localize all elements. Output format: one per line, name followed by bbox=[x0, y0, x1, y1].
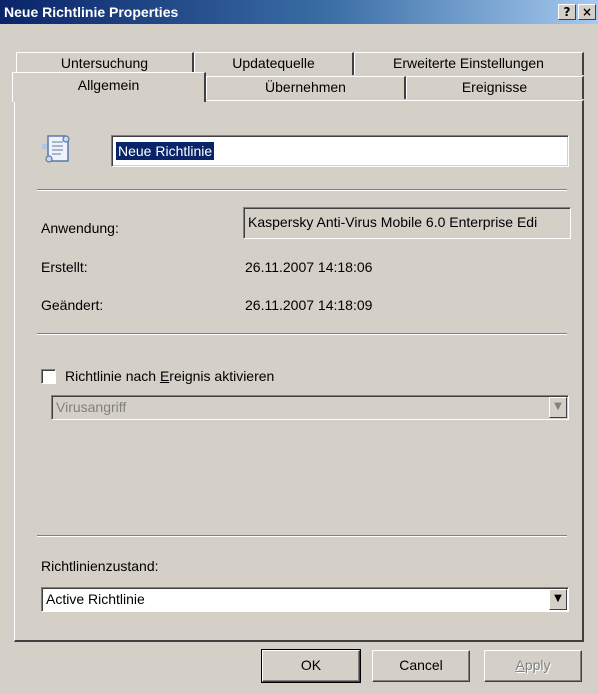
policy-name-input[interactable]: Neue Richtlinie bbox=[111, 135, 569, 167]
policy-state-select[interactable]: Active Richtlinie ▼ bbox=[41, 587, 569, 612]
tab-panel-allgemein: Neue Richtlinie Anwendung: Kaspersky Ant… bbox=[14, 100, 584, 642]
policy-state-select-value: Active Richtlinie bbox=[46, 591, 145, 607]
separator bbox=[37, 535, 567, 537]
help-button[interactable]: ? bbox=[558, 4, 576, 20]
created-label: Erstellt: bbox=[41, 259, 88, 275]
ok-button[interactable]: OK bbox=[261, 649, 361, 683]
tab-erweiterte-einstellungen[interactable]: Erweiterte Einstellungen bbox=[354, 52, 584, 75]
modified-label: Geändert: bbox=[41, 297, 104, 313]
tab-allgemein[interactable]: Allgemein bbox=[12, 72, 206, 102]
tab-ereignisse[interactable]: Ereignisse bbox=[406, 76, 584, 99]
policy-state-label: Richtlinienzustand: bbox=[41, 558, 159, 574]
separator bbox=[37, 189, 567, 191]
event-select-value: Virusangriff bbox=[56, 399, 127, 415]
title-bar[interactable]: Neue Richtlinie Properties ? × bbox=[0, 0, 598, 24]
policy-scroll-icon bbox=[39, 131, 75, 167]
activate-on-event-checkbox[interactable] bbox=[41, 369, 56, 384]
modified-value: 26.11.2007 14:18:09 bbox=[245, 297, 373, 313]
activate-on-event-label[interactable]: Richtlinie nach Ereignis aktivieren bbox=[65, 368, 274, 384]
close-button[interactable]: × bbox=[578, 4, 596, 20]
event-select[interactable]: Virusangriff ▼ bbox=[51, 395, 569, 420]
window-title: Neue Richtlinie Properties bbox=[4, 4, 179, 20]
cancel-button[interactable]: Cancel bbox=[372, 650, 470, 682]
chevron-down-icon[interactable]: ▼ bbox=[549, 397, 567, 418]
policy-name-text: Neue Richtlinie bbox=[116, 142, 215, 160]
tab-uebernehmen[interactable]: Übernehmen bbox=[206, 76, 406, 99]
application-field[interactable]: Kaspersky Anti-Virus Mobile 6.0 Enterpri… bbox=[243, 207, 571, 239]
apply-button[interactable]: Apply bbox=[484, 650, 582, 682]
separator bbox=[37, 333, 567, 335]
chevron-down-icon[interactable]: ▼ bbox=[549, 589, 567, 610]
tab-updatequelle[interactable]: Updatequelle bbox=[194, 52, 354, 75]
created-value: 26.11.2007 14:18:06 bbox=[245, 259, 373, 275]
application-label: Anwendung: bbox=[41, 220, 119, 236]
